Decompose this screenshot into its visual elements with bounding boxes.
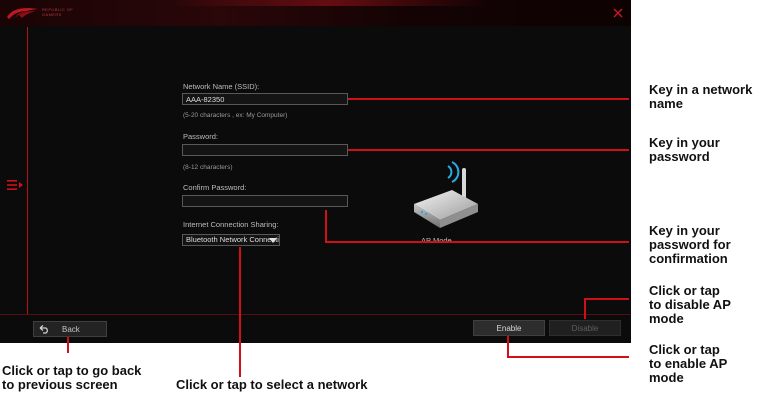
callout-line-confirm-v — [325, 210, 327, 242]
callout-confirm-line-3: confirmation — [649, 251, 728, 266]
close-icon[interactable] — [611, 6, 625, 20]
ssid-hint: (5-20 characters , ex: My Computer) — [183, 112, 288, 119]
ssid-input[interactable] — [182, 93, 348, 105]
callout-line-disable-h — [584, 298, 629, 300]
callout-password-line-2: password — [649, 149, 710, 164]
callout-line-confirm-h — [325, 241, 629, 243]
callout-line-ssid — [348, 98, 629, 100]
callout-disable-line-3: mode — [649, 311, 684, 326]
callout-line-select — [239, 247, 241, 377]
brand-line-2: GAMERS — [42, 12, 62, 17]
callout-line-password — [348, 149, 629, 151]
sidebar-divider — [27, 27, 28, 314]
callout-ssid-line-1: Key in a network — [649, 82, 753, 97]
back-button-label: Back — [62, 324, 80, 334]
callout-enable-line-1: Click or tap — [649, 342, 720, 357]
callout-disable: Click or tap to disable AP mode — [649, 284, 731, 326]
enable-button[interactable]: Enable — [473, 320, 545, 336]
callout-confirm: Key in your password for confirmation — [649, 224, 731, 266]
callout-line-back — [67, 337, 69, 353]
back-button[interactable]: Back — [33, 321, 107, 337]
brand-text: REPUBLIC OF GAMERS — [42, 7, 73, 17]
callout-line-disable-v — [584, 298, 586, 319]
callout-select-network: Click or tap to select a network — [176, 377, 368, 392]
callout-disable-line-2: to disable AP — [649, 297, 731, 312]
callout-ssid-line-2: name — [649, 96, 683, 111]
callout-back-line-2: to previous screen — [2, 377, 118, 392]
sharing-label: Internet Connection Sharing: — [183, 220, 279, 229]
callout-password: Key in your password — [649, 136, 720, 164]
disable-button[interactable]: Disable — [549, 320, 621, 336]
callout-password-line-1: Key in your — [649, 135, 720, 150]
confirm-password-label: Confirm Password: — [183, 183, 247, 192]
callout-enable-line-3: mode — [649, 370, 684, 385]
callout-enable-line-2: to enable AP — [649, 356, 728, 371]
ssid-label: Network Name (SSID): — [183, 82, 260, 91]
sharing-selected-value: Bluetooth Network Connecti — [186, 235, 279, 244]
callout-line-enable-h — [507, 356, 629, 358]
callout-disable-line-1: Click or tap — [649, 283, 720, 298]
wifi-router-icon — [414, 161, 478, 228]
app-window: REPUBLIC OF GAMERS Network Name (SSID): … — [0, 0, 631, 343]
callout-enable: Click or tap to enable AP mode — [649, 343, 727, 385]
callout-back: Click or tap to go back to previous scre… — [2, 364, 141, 392]
callout-confirm-line-2: password for — [649, 237, 731, 252]
confirm-password-input[interactable] — [182, 195, 348, 207]
password-label: Password: — [183, 132, 219, 141]
callout-line-enable-v — [507, 336, 509, 357]
password-hint: (8-12 characters) — [183, 164, 233, 171]
callout-ssid: Key in a network name — [649, 83, 752, 111]
menu-expand-icon[interactable] — [6, 178, 26, 192]
callout-confirm-line-1: Key in your — [649, 223, 720, 238]
callout-back-line-1: Click or tap to go back — [2, 363, 142, 378]
password-input[interactable] — [182, 144, 348, 156]
rog-logo-icon — [7, 8, 38, 19]
title-ribbon — [170, 0, 490, 6]
back-arrow-icon — [39, 324, 48, 334]
dropdown-arrow-icon — [269, 238, 277, 243]
title-bar: REPUBLIC OF GAMERS — [0, 0, 631, 26]
sharing-select[interactable]: Bluetooth Network Connecti — [182, 234, 280, 246]
